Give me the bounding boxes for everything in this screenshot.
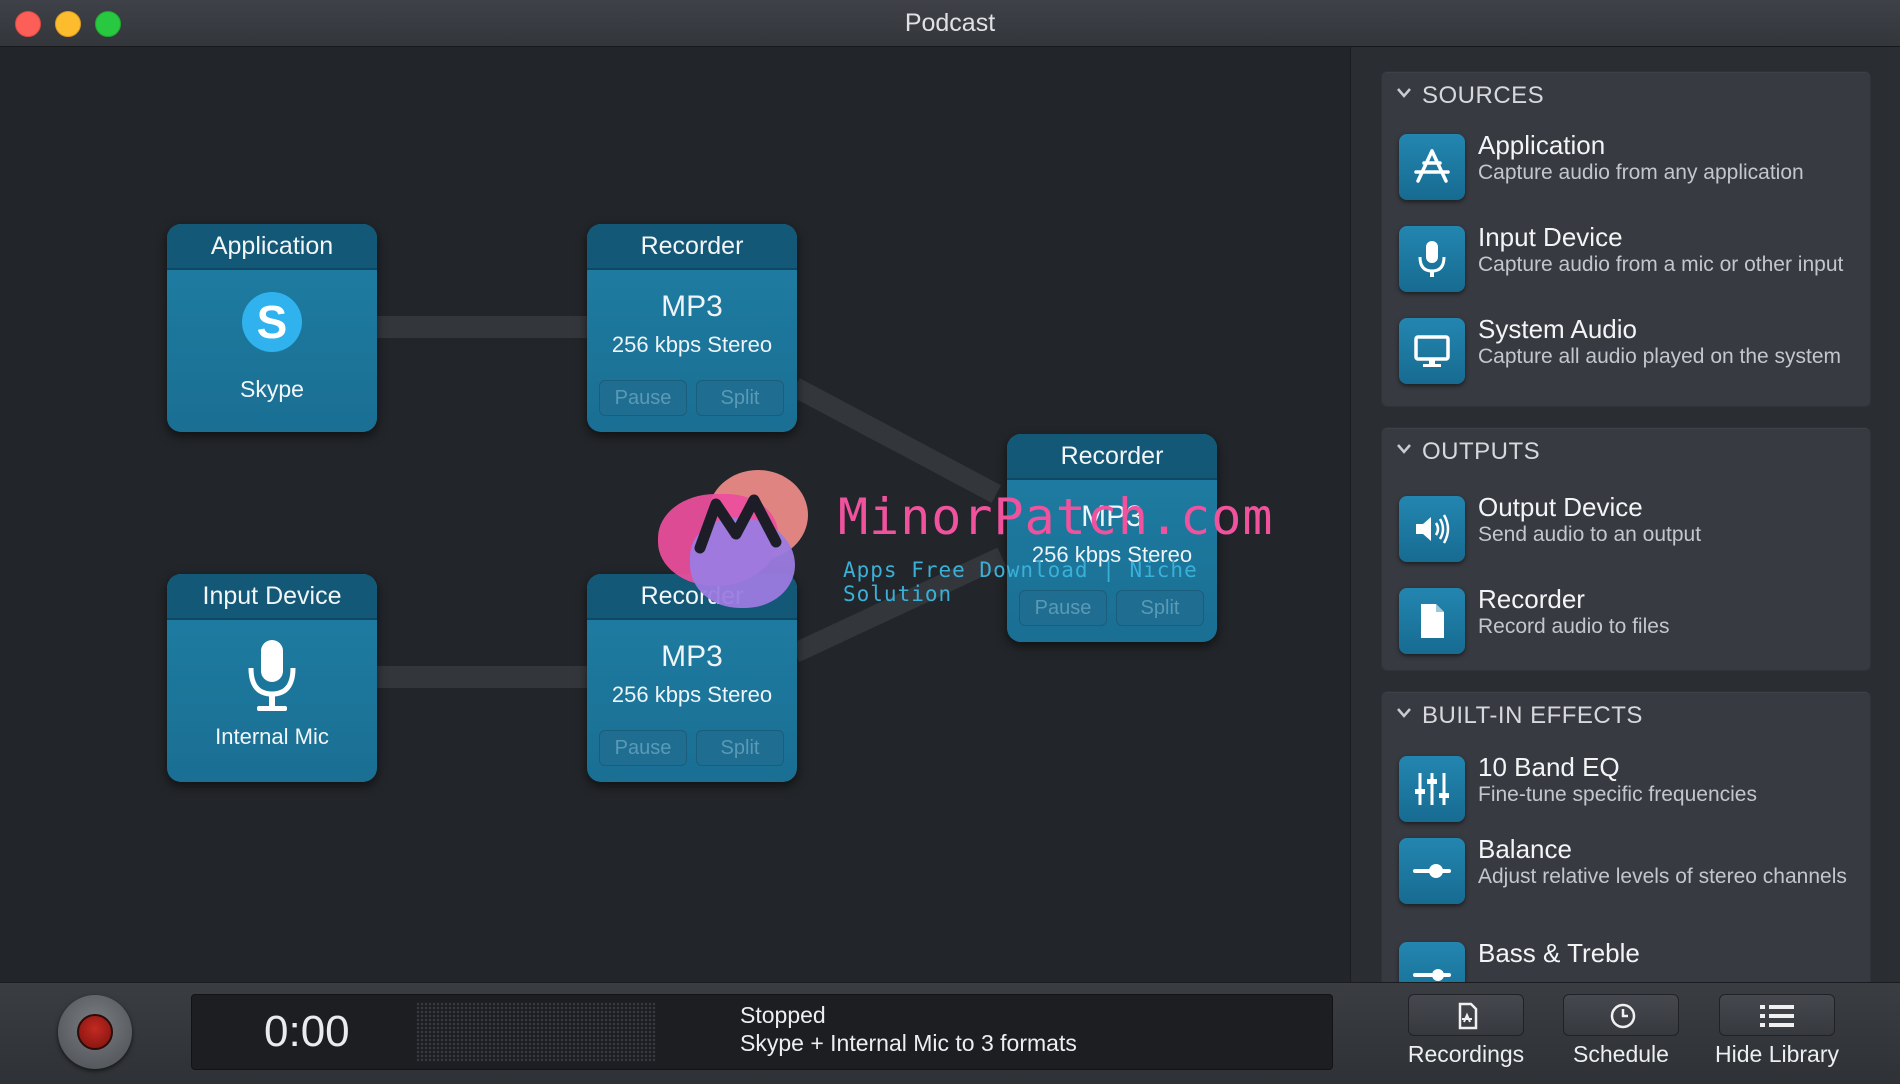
status-detail: Skype + Internal Mic to 3 formats — [740, 1030, 1077, 1056]
window-title: Podcast — [904, 9, 996, 37]
library-item-bass-treble[interactable]: Bass & Treble — [1382, 934, 1870, 982]
wire-mic-recorder2 — [376, 666, 588, 688]
title-bar: Podcast — [0, 0, 1900, 47]
library-item-system-audio[interactable]: System Audio Capture all audio played on… — [1382, 310, 1870, 396]
library-item-desc: Send audio to an output — [1478, 523, 1702, 546]
sources-section: SOURCES Application Capture audio from a… — [1381, 71, 1871, 407]
chevron-down-icon — [1397, 88, 1411, 98]
input-device-source-node[interactable]: Input Device Internal Mic — [167, 574, 377, 782]
outputs-section-header[interactable]: OUTPUTS — [1382, 428, 1870, 472]
pause-button[interactable]: Pause — [599, 380, 687, 416]
schedule-label: Schedule — [1573, 1041, 1669, 1067]
recorder-quality: 256 kbps Stereo — [611, 682, 773, 707]
library-item-name: Output Device — [1478, 492, 1643, 522]
recordings-button[interactable] — [1408, 994, 1524, 1036]
monitor-icon — [1399, 318, 1465, 384]
status-text: Stopped — [740, 1002, 826, 1028]
node-header: Recorder — [587, 224, 797, 270]
watermark-title: MinorPatch.com — [838, 488, 1274, 546]
hide-library-button[interactable] — [1719, 994, 1835, 1036]
skype-logo-icon: S — [242, 292, 302, 352]
application-source-node[interactable]: Application S Skype — [167, 224, 377, 432]
wire-skype-recorder1 — [376, 316, 588, 338]
source-label: Skype — [240, 376, 304, 402]
recorder-quality: 256 kbps Stereo — [611, 332, 773, 357]
app-window: Podcast Application S Skype Input Device — [0, 0, 1900, 1084]
section-title: OUTPUTS — [1422, 438, 1541, 465]
record-button[interactable] — [58, 995, 132, 1069]
elapsed-time: 0:00 — [264, 1007, 350, 1056]
app-store-icon — [1399, 134, 1465, 200]
pause-button[interactable]: Pause — [599, 730, 687, 766]
microphone-icon — [1399, 226, 1465, 292]
library-panel: SOURCES Application Capture audio from a… — [1350, 47, 1900, 982]
library-item-desc: Capture audio from a mic or other input — [1478, 253, 1844, 276]
microphone-icon — [248, 640, 296, 711]
section-title: SOURCES — [1422, 82, 1545, 109]
source-label: Internal Mic — [215, 724, 329, 749]
library-item-input-device[interactable]: Input Device Capture audio from a mic or… — [1382, 218, 1870, 304]
recorder-format: MP3 — [661, 290, 723, 323]
bottom-toolbar: 0:00 Stopped Skype + Internal Mic to 3 f… — [0, 982, 1900, 1084]
library-item-desc: Record audio to files — [1478, 615, 1670, 638]
recordings-label: Recordings — [1407, 1041, 1525, 1067]
library-item-name: Input Device — [1478, 222, 1623, 252]
record-dot-icon — [77, 1014, 113, 1050]
section-title: BUILT-IN EFFECTS — [1422, 702, 1643, 729]
balance-slider-icon — [1399, 838, 1465, 904]
sources-section-header[interactable]: SOURCES — [1382, 72, 1870, 116]
node-header: Input Device — [167, 574, 377, 620]
library-item-name: 10 Band EQ — [1478, 752, 1620, 782]
recorder-node-1[interactable]: Recorder MP3 256 kbps Stereo Pause Split — [587, 224, 797, 432]
outputs-section: OUTPUTS Output Device Send audio to an o… — [1381, 427, 1871, 671]
recorder-format: MP3 — [661, 640, 723, 673]
library-item-name: System Audio — [1478, 314, 1637, 344]
bass-treble-slider-icon — [1399, 942, 1465, 982]
list-icon — [1760, 1005, 1794, 1027]
watermark-logo-icon — [694, 494, 782, 554]
status-display: 0:00 Stopped Skype + Internal Mic to 3 f… — [191, 994, 1333, 1070]
library-item-desc: Capture audio from any application — [1478, 161, 1804, 184]
library-item-output-device[interactable]: Output Device Send audio to an output — [1382, 488, 1870, 574]
library-item-recorder[interactable]: Recorder Record audio to files — [1382, 580, 1870, 666]
level-meter — [416, 1002, 656, 1062]
equalizer-icon — [1399, 756, 1465, 822]
speaker-icon — [1399, 496, 1465, 562]
split-button[interactable]: Split — [696, 380, 784, 416]
clock-icon — [1610, 1003, 1636, 1029]
effects-section: BUILT-IN EFFECTS 10 Band EQ Fine-tune sp… — [1381, 691, 1871, 982]
library-item-balance[interactable]: Balance Adjust relative levels of stereo… — [1382, 830, 1870, 916]
library-item-desc: Adjust relative levels of stereo channel… — [1478, 865, 1847, 888]
recordings-icon — [1458, 1002, 1478, 1030]
library-item-desc: Fine-tune specific frequencies — [1478, 783, 1757, 806]
library-item-desc: Capture all audio played on the system — [1478, 345, 1842, 368]
library-item-name: Recorder — [1478, 584, 1585, 614]
effects-section-header[interactable]: BUILT-IN EFFECTS — [1382, 692, 1870, 736]
chevron-down-icon — [1397, 708, 1411, 718]
watermark-subtitle: Apps Free Download | Niche Solution — [843, 558, 1198, 606]
document-icon — [1399, 588, 1465, 654]
library-item-name: Application — [1478, 130, 1606, 160]
chevron-down-icon — [1397, 444, 1411, 454]
library-item-10-band-eq[interactable]: 10 Band EQ Fine-tune specific frequencie… — [1382, 748, 1870, 834]
library-item-name: Bass & Treble — [1478, 938, 1640, 968]
watermark-overlay: MinorPatch.com Apps Free Download | Nich… — [650, 470, 1274, 620]
library-item-name: Balance — [1478, 834, 1572, 864]
node-header: Application — [167, 224, 377, 270]
schedule-button[interactable] — [1563, 994, 1679, 1036]
split-button[interactable]: Split — [696, 730, 784, 766]
hide-library-label: Hide Library — [1715, 1041, 1839, 1067]
library-item-application[interactable]: Application Capture audio from any appli… — [1382, 126, 1870, 212]
